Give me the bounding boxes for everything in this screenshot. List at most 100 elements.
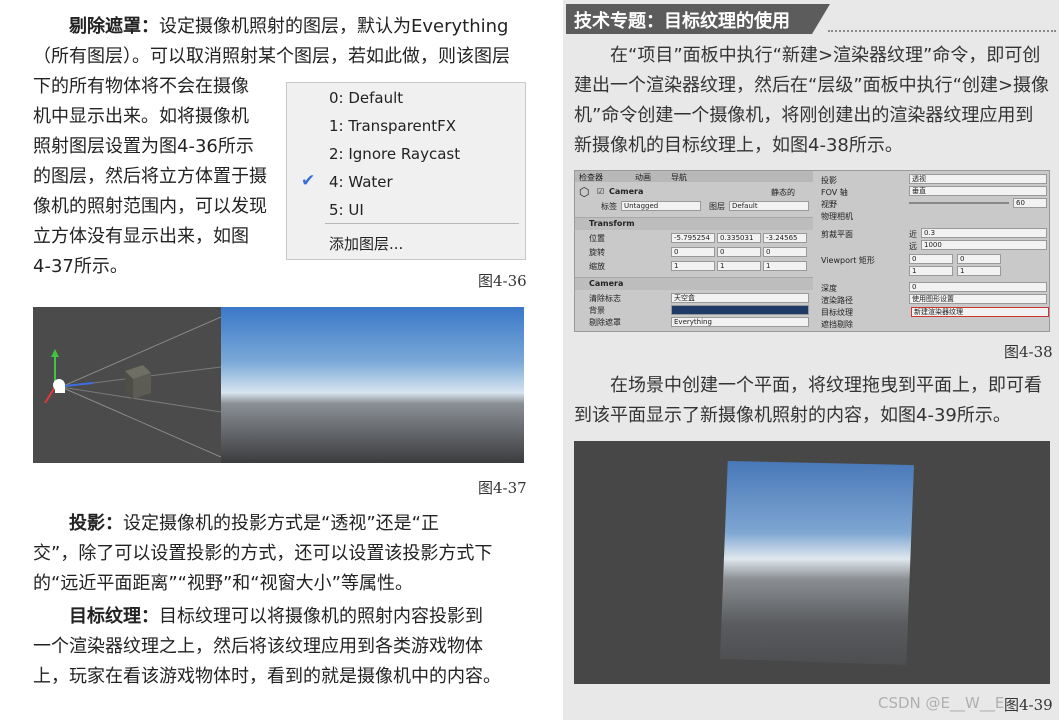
text-line: 的图层，然后将立方体置于摄	[33, 166, 267, 187]
depth-label: 深度	[821, 284, 837, 293]
rotation-x[interactable]: 0	[671, 247, 715, 257]
culling-mask-term: 剔除遮罩：	[69, 16, 159, 37]
layer-option-water[interactable]: 4: Water	[329, 173, 393, 191]
text-line: 到该平面显示了新摄像机照射的内容，如图4-39所示。	[574, 405, 1011, 426]
text-line: 在“项目”面板中执行“新建>渲染器纹理”命令，即可创	[610, 45, 1041, 66]
game-view-sky	[221, 307, 524, 463]
culling-mask-paragraph: 剔除遮罩：设定摄像机照射的图层，默认为Everything （所有图层）。可以取…	[33, 12, 525, 72]
plane-render-figure	[574, 441, 1050, 684]
tab-inspector[interactable]: 检查器	[579, 172, 603, 183]
scene-gizmo-drawing	[44, 316, 221, 458]
viewport-x[interactable]: 0	[909, 254, 953, 264]
near-value[interactable]: 0.3	[921, 228, 1047, 238]
text-line: 一个渲染器纹理之上，然后将该纹理应用到各类游戏物体	[33, 636, 483, 657]
position-z[interactable]: -3.24565	[763, 233, 807, 243]
layer-option-ignore-raycast[interactable]: 2: Ignore Raycast	[329, 145, 460, 163]
target-texture-label: 目标纹理	[821, 308, 853, 317]
projection-paragraph: 投影：设定摄像机的投影方式是“透视”还是“正 交”，除了可以设置投影的方式，还可…	[33, 509, 525, 599]
projection-term: 投影：	[69, 513, 123, 534]
static-label[interactable]: 静态的	[771, 187, 795, 198]
viewport-y[interactable]: 0	[957, 254, 1001, 264]
rotation-label: 旋转	[589, 248, 605, 257]
text-line: 交”，除了可以设置投影的方式，还可以设置该投影方式下	[33, 543, 493, 564]
render-path-label: 渲染路径	[821, 296, 853, 305]
occlusion-culling-label: 遮挡剔除	[821, 320, 853, 329]
tab-animation[interactable]: 动画	[635, 172, 651, 183]
rotation-z[interactable]: 0	[763, 247, 807, 257]
layer-option-default[interactable]: 0: Default	[329, 89, 403, 107]
text-line: 下的所有物体将不会在摄像	[33, 76, 249, 97]
tab-navigation[interactable]: 导航	[671, 172, 687, 183]
text-line: 目标纹理可以将摄像机的照射内容投影到	[159, 606, 483, 627]
add-layer-option[interactable]: 添加图层...	[329, 233, 403, 254]
inspector-right-pane: 投影 透视 FOV 轴 垂直 视野 60 物理相机 剪裁平面 近 0.3 远 1…	[817, 171, 1049, 331]
position-y[interactable]: 0.335031	[717, 233, 761, 243]
background-color-swatch[interactable]	[671, 305, 809, 315]
active-checkbox[interactable]: ☑	[597, 187, 604, 196]
culling-mask-dropdown[interactable]: Everything	[671, 317, 809, 327]
viewport-h[interactable]: 1	[957, 266, 1001, 276]
background-label: 背景	[589, 306, 605, 315]
checkmark-icon: ✔	[301, 171, 316, 191]
layer-option-ui[interactable]: 5: UI	[329, 201, 364, 219]
projection-dropdown[interactable]: 透视	[909, 174, 1047, 184]
culling-mask-paragraph-continued: 下的所有物体将不会在摄像 机中显示出来。如将摄像机 照射图层设置为图4-36所示…	[33, 72, 278, 282]
clear-flags-dropdown[interactable]: 天空盒	[671, 293, 809, 303]
inspector-left-pane: 检查器 动画 导航 ⬡ ☑ Camera 静态的 标签 Untagged 图层 …	[575, 171, 813, 331]
camera-title: Camera	[589, 279, 624, 288]
rotation-y[interactable]: 0	[717, 247, 761, 257]
layer-dropdown[interactable]: Default	[729, 201, 809, 211]
fov-value[interactable]: 60	[1013, 198, 1047, 208]
cube-icon: ⬡	[579, 185, 590, 199]
text-line: 上，玩家在看该游戏物体时，看到的就是摄像机中的内容。	[33, 666, 501, 687]
figure-caption-4-38: 图4-38	[1004, 343, 1053, 361]
far-value[interactable]: 1000	[921, 240, 1047, 250]
transform-header[interactable]: Transform	[575, 217, 813, 230]
text-line: 的“远近平面距离”“视野”和“视窗大小”等属性。	[33, 573, 413, 594]
tech-topic-paragraph: 在“项目”面板中执行“新建>渲染器纹理”命令，即可创 建出一个渲染器纹理，然后在…	[574, 41, 1052, 161]
far-label: 远	[909, 242, 917, 251]
text-line: 新摄像机的目标纹理上，如图4-38所示。	[574, 135, 903, 156]
depth-value[interactable]: 0	[909, 282, 1047, 292]
clear-flags-label: 清除标志	[589, 294, 621, 303]
textured-plane	[720, 461, 914, 665]
scale-z[interactable]: 1	[763, 261, 807, 271]
projection-label: 投影	[821, 176, 837, 185]
render-path-dropdown[interactable]: 使用图形设置	[909, 294, 1047, 304]
banner-prefix: 技术专题：	[574, 11, 664, 32]
layer-option-transparentfx[interactable]: 1: TransparentFX	[329, 117, 456, 135]
text-line: 设定摄像机照射的图层，默认为Everything	[159, 16, 509, 37]
text-line: 4-37所示。	[33, 256, 128, 277]
viewport-w[interactable]: 1	[909, 266, 953, 276]
figure-caption-4-39: 图4-39	[1004, 696, 1053, 714]
scale-label: 缩放	[589, 262, 605, 271]
fov-slider[interactable]	[909, 202, 1009, 204]
figure-caption-4-37: 图4-37	[478, 479, 527, 497]
banner-title: 目标纹理的使用	[664, 11, 790, 32]
text-line: 像机的照射范围内，可以发现	[33, 196, 267, 217]
topic-banner-title: 技术专题：目标纹理的使用	[574, 7, 790, 33]
position-x[interactable]: -5.795254	[671, 233, 715, 243]
position-label: 位置	[589, 234, 605, 243]
layer-label: 图层	[709, 202, 725, 211]
text-line: 建出一个渲染器纹理，然后在“层级”面板中执行“创建>摄像	[574, 75, 1050, 96]
fov-axis-dropdown[interactable]: 垂直	[909, 186, 1047, 196]
banner-dotted-rule	[828, 30, 1056, 32]
figure-caption-4-36: 图4-36	[478, 272, 527, 290]
inspector-screenshot: 检查器 动画 导航 ⬡ ☑ Camera 静态的 标签 Untagged 图层 …	[574, 170, 1050, 332]
target-texture-field[interactable]: 新建渲染器纹理	[911, 307, 1049, 317]
text-line: 立方体没有显示出来，如图	[33, 226, 249, 247]
scale-y[interactable]: 1	[717, 261, 761, 271]
layer-dropdown-menu: 0: Default 1: TransparentFX 2: Ignore Ra…	[286, 82, 526, 260]
viewport-label: Viewport 矩形	[821, 256, 875, 265]
menu-divider	[325, 223, 519, 224]
object-name[interactable]: Camera	[609, 187, 643, 196]
camera-header[interactable]: Camera	[575, 277, 813, 290]
near-label: 近	[909, 230, 917, 239]
scale-x[interactable]: 1	[671, 261, 715, 271]
clip-planes-label: 剪裁平面	[821, 230, 853, 239]
scene-view-figure	[33, 307, 524, 463]
fov-axis-label: FOV 轴	[821, 188, 848, 197]
tag-dropdown[interactable]: Untagged	[621, 201, 701, 211]
text-line: （所有图层）。可以取消照射某个图层，若如此做，则该图层	[33, 46, 510, 67]
